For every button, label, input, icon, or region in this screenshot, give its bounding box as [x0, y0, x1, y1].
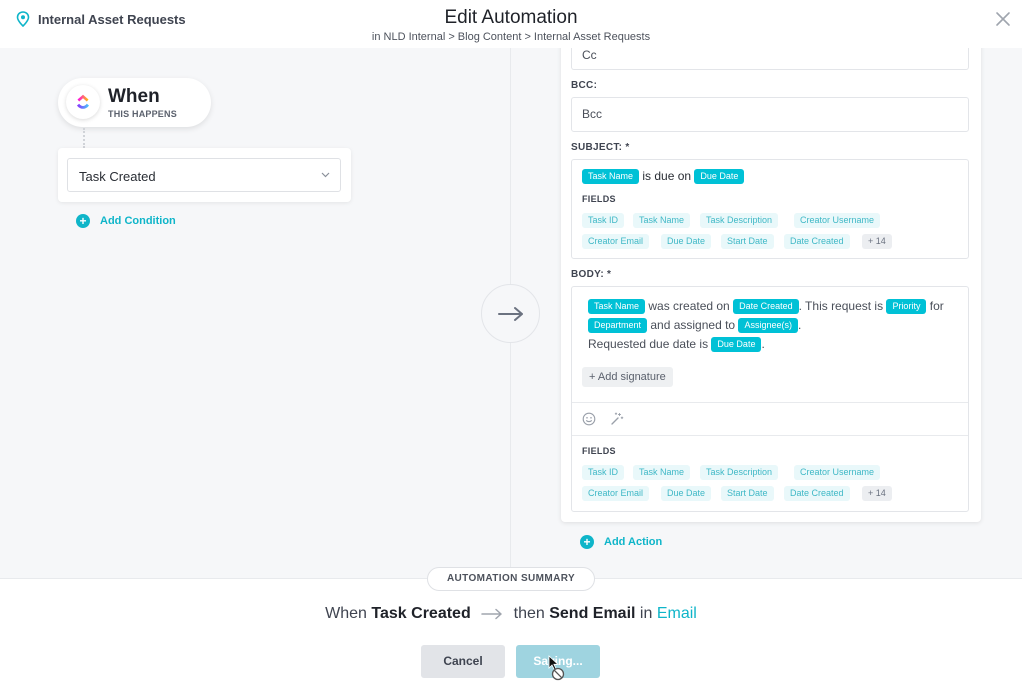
arrow-right-icon [481, 608, 502, 620]
when-label: When [108, 86, 160, 107]
action-panel: Cc BCC: Bcc SUBJECT: * Task Name is due … [561, 48, 981, 522]
summary-trigger: Task Created [371, 605, 471, 622]
body-segment: for [926, 299, 944, 313]
page-title: Edit Automation [444, 7, 578, 28]
add-action-button[interactable]: + Add Action [580, 535, 662, 549]
body-fields-label: FIELDS [582, 446, 616, 456]
fields-divider [572, 435, 968, 436]
subject-label: SUBJECT: * [571, 142, 630, 153]
cancel-button[interactable]: Cancel [421, 645, 505, 678]
field-tag[interactable]: Creator Username [794, 213, 881, 228]
subject-editor[interactable]: Task Name is due on Due Date FIELDS Task… [571, 159, 969, 259]
field-tag-more[interactable]: + 14 [862, 234, 892, 249]
body-segment: . [797, 318, 802, 332]
bcc-placeholder: Bcc [582, 107, 603, 121]
body-text: Task Name was created on Date Created. T… [588, 297, 958, 354]
body-segment: . This request is [798, 299, 887, 313]
field-tag[interactable]: Creator Email [582, 234, 650, 249]
summary-when: When [325, 605, 367, 622]
footer: AUTOMATION SUMMARY When Task Created the… [0, 567, 1022, 689]
add-signature-button[interactable]: + Add signature [582, 367, 673, 387]
field-tag[interactable]: Creator Username [794, 465, 881, 480]
trigger-select-value: Task Created [79, 169, 156, 184]
bcc-label: BCC: [571, 80, 598, 91]
when-sub-label: THIS HAPPENS [108, 109, 177, 119]
close-icon[interactable] [992, 8, 1014, 30]
automation-summary: When Task Created then Send Email in Ema… [0, 605, 1022, 623]
summary-action: Send Email [549, 605, 636, 622]
cursor-not-allowed-icon [548, 655, 565, 681]
body-tag[interactable]: Date Created [733, 299, 799, 315]
field-tag[interactable]: Due Date [661, 234, 712, 249]
trigger-card: Task Created [58, 148, 351, 202]
field-tag[interactable]: Start Date [721, 234, 774, 249]
field-tag[interactable]: Date Created [784, 234, 850, 249]
subject-line: Task Name is due on Due Date [582, 169, 745, 185]
field-tag[interactable]: Due Date [661, 486, 712, 501]
trigger-select[interactable]: Task Created [67, 158, 341, 192]
body-segment: Requested due date is [588, 337, 712, 351]
add-condition-label: Add Condition [100, 215, 176, 227]
summary-in: in [639, 605, 653, 622]
subject-fields-label: FIELDS [582, 194, 616, 204]
body-label: BODY: * [571, 269, 612, 280]
field-tag[interactable]: Start Date [721, 486, 774, 501]
body-tag[interactable]: Priority [886, 299, 927, 315]
body-editor[interactable]: Task Name was created on Date Created. T… [571, 286, 969, 512]
subject-tag-task-name[interactable]: Task Name [582, 169, 640, 185]
breadcrumb: in NLD Internal > Blog Content > Interna… [371, 31, 651, 43]
plus-circle-icon: + [76, 214, 90, 228]
body-tag[interactable]: Task Name [588, 299, 646, 315]
body-tag[interactable]: Assignee(s) [738, 318, 798, 334]
magic-wand-icon[interactable] [610, 412, 624, 426]
field-tag[interactable]: Task ID [582, 465, 625, 480]
body-tag[interactable]: Due Date [711, 337, 762, 353]
field-tag[interactable]: Date Created [784, 486, 850, 501]
body-segment: . [761, 337, 765, 351]
cc-input[interactable]: Cc [571, 48, 969, 70]
field-tag[interactable]: Task Name [633, 213, 691, 228]
clickup-logo-icon [66, 85, 100, 119]
body-tag[interactable]: Department [588, 318, 648, 334]
connector-line [83, 128, 85, 148]
when-node: When THIS HAPPENS [58, 78, 211, 127]
plus-circle-icon: + [580, 535, 594, 549]
automation-canvas: When THIS HAPPENS Task Created + Add Con… [0, 48, 1022, 578]
field-tag[interactable]: Creator Email [582, 486, 650, 501]
summary-then: then [513, 605, 545, 622]
arrow-right-icon [497, 306, 523, 321]
automation-summary-label: AUTOMATION SUMMARY [427, 567, 595, 591]
body-segment: and assigned to [647, 318, 739, 332]
summary-target: Email [656, 605, 697, 622]
flow-arrow [481, 284, 540, 343]
header: Internal Asset Requests Edit Automation … [0, 0, 1022, 48]
add-condition-button[interactable]: + Add Condition [76, 214, 176, 228]
bcc-input[interactable]: Bcc [571, 97, 969, 132]
subject-text: is due on [639, 169, 695, 183]
add-action-label: Add Action [604, 536, 663, 548]
field-tag[interactable]: Task Name [633, 465, 691, 480]
field-tag[interactable]: Task Description [700, 465, 779, 480]
field-tag-more[interactable]: + 14 [862, 486, 892, 501]
body-segment: was created on [645, 299, 734, 313]
cc-placeholder: Cc [582, 48, 597, 62]
subject-tag-due-date[interactable]: Due Date [694, 169, 745, 185]
emoji-icon[interactable] [582, 412, 596, 426]
toolbar-divider [572, 402, 968, 403]
field-tag[interactable]: Task Description [700, 213, 779, 228]
field-tag[interactable]: Task ID [582, 213, 625, 228]
chevron-down-icon [321, 172, 330, 178]
